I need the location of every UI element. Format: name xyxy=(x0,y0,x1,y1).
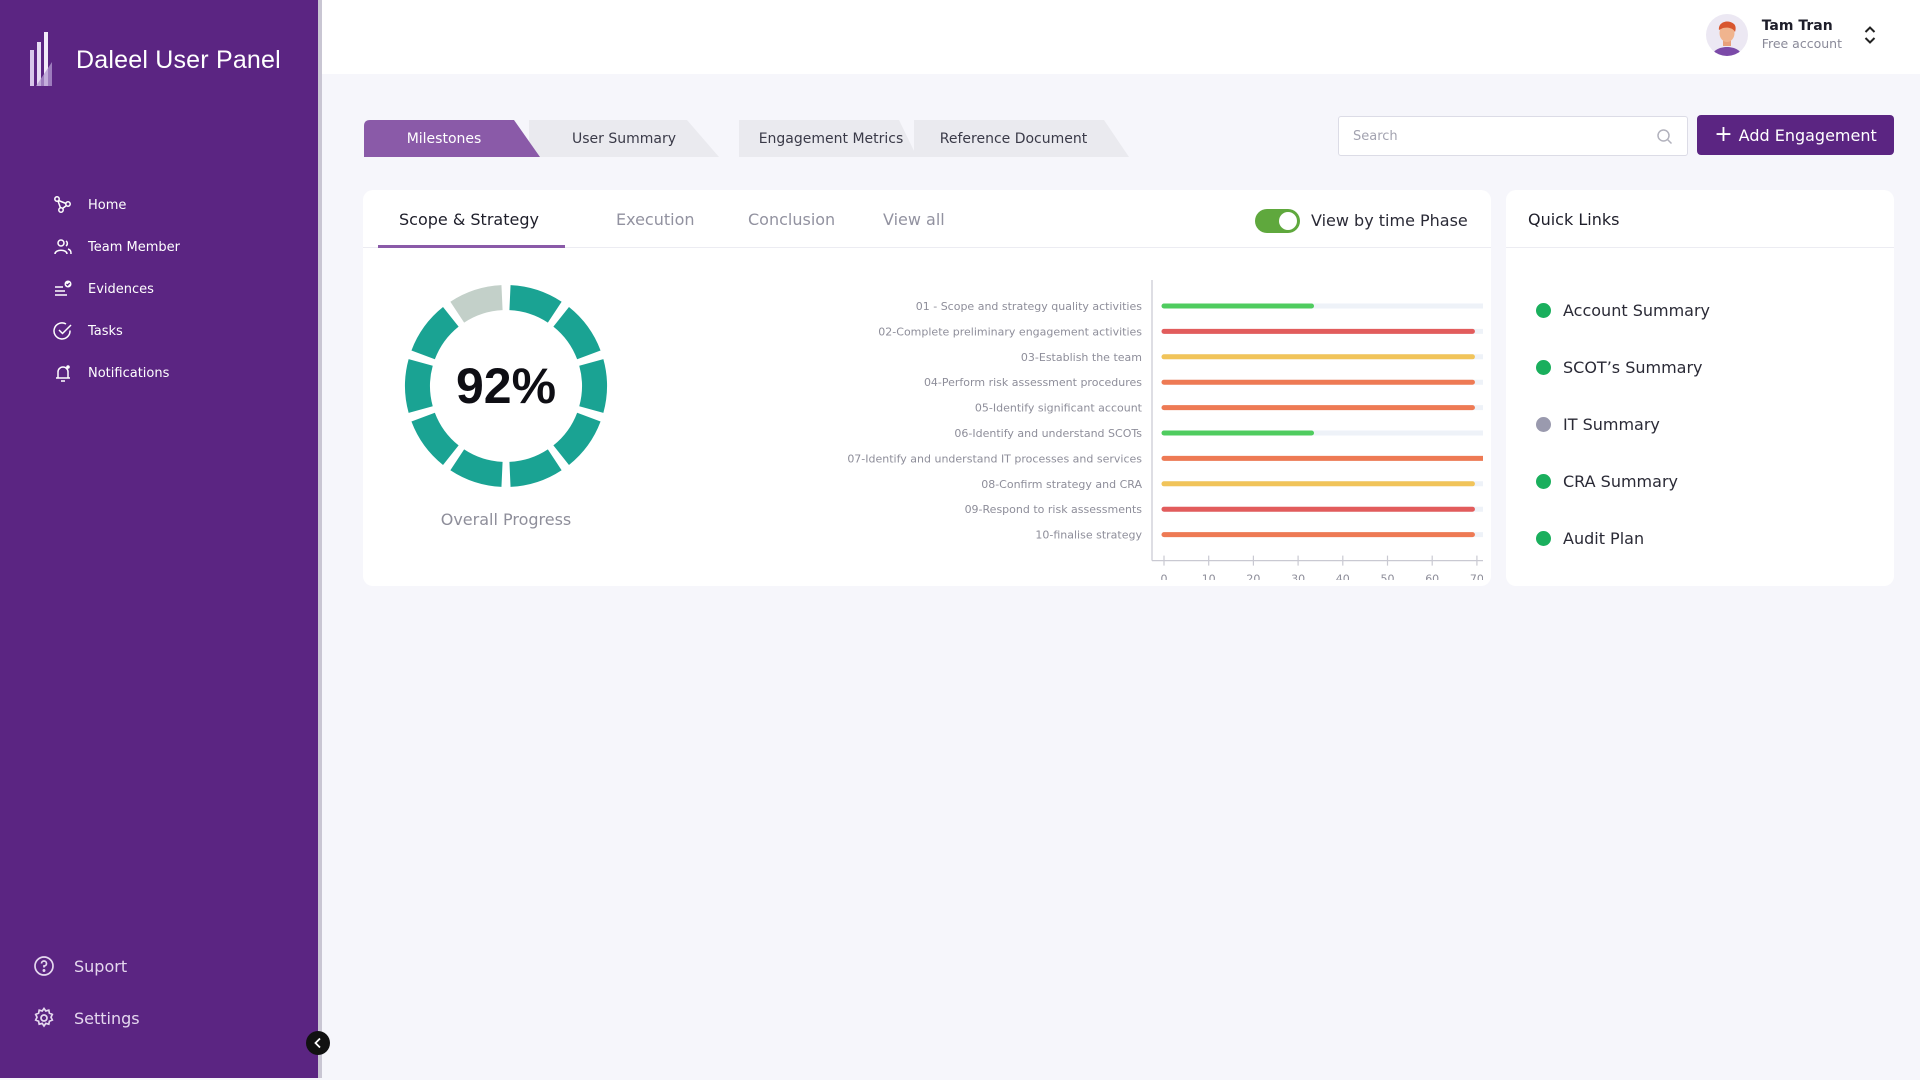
brand[interactable]: Daleel User Panel xyxy=(28,32,281,88)
search-box xyxy=(1338,116,1688,156)
app-title: Daleel User Panel xyxy=(76,45,281,74)
tasks-check-icon xyxy=(52,320,74,342)
x-tick-label: 10 xyxy=(1202,573,1216,580)
milestone-bar-chart: 01 - Scope and strategy quality activiti… xyxy=(847,280,1483,580)
sidebar: Daleel User Panel Home Team Member Evide… xyxy=(0,0,318,1078)
quick-links-card: Quick Links Account Summary SCOT’s Summa… xyxy=(1506,190,1894,586)
top-bar: Tam Tran Free account xyxy=(322,0,1920,74)
sidebar-item-settings[interactable]: Settings xyxy=(32,992,140,1044)
sidebar-nav: Home Team Member Evidences Tasks Notific… xyxy=(52,184,180,394)
x-tick-label: 20 xyxy=(1246,573,1260,580)
divider xyxy=(1506,247,1894,248)
x-tick-label: 50 xyxy=(1381,573,1395,580)
avatar xyxy=(1705,14,1748,56)
y-tick-label: 07-Identify and understand IT processes … xyxy=(847,452,1142,465)
quick-link-scots-summary[interactable]: SCOT’s Summary xyxy=(1536,339,1710,396)
sidebar-item-evidences[interactable]: Evidences xyxy=(52,268,180,310)
home-nodes-icon xyxy=(52,194,74,216)
user-info: Tam Tran Free account xyxy=(1762,17,1842,53)
collapse-sidebar-button[interactable] xyxy=(306,1031,330,1055)
sidebar-item-label: Team Member xyxy=(88,239,180,255)
sidebar-item-label: Tasks xyxy=(88,323,123,339)
toggle-knob xyxy=(1279,212,1297,230)
sidebar-divider xyxy=(318,0,322,1078)
sidebar-item-tasks[interactable]: Tasks xyxy=(52,310,180,352)
y-tick-label: 06-Identify and understand SCOTs xyxy=(954,427,1142,440)
x-tick-label: 60 xyxy=(1425,573,1439,580)
x-tick-label: 0 xyxy=(1161,573,1168,580)
tab-view-all[interactable]: View all xyxy=(883,210,945,229)
evidence-list-icon xyxy=(52,278,74,300)
tab-reference-document[interactable]: Reference Document xyxy=(914,120,1129,157)
status-dot xyxy=(1536,360,1551,375)
team-icon xyxy=(52,236,74,258)
sidebar-item-label: Notifications xyxy=(88,365,170,381)
tab-milestones[interactable]: Milestones xyxy=(364,120,540,157)
quick-link-audit-plan[interactable]: Audit Plan xyxy=(1536,510,1710,567)
y-tick-label: 08-Confirm strategy and CRA xyxy=(981,478,1142,491)
help-icon xyxy=(34,956,54,976)
toggle-label: View by time Phase xyxy=(1311,211,1468,230)
x-tick-label: 70 xyxy=(1470,573,1483,580)
user-plan: Free account xyxy=(1761,36,1842,51)
status-dot xyxy=(1536,474,1551,489)
tab-user-summary[interactable]: User Summary xyxy=(529,120,719,157)
phase-tabs: Scope & Strategy Execution Conclusion Vi… xyxy=(363,190,1491,248)
quick-links-list: Account Summary SCOT’s Summary IT Summar… xyxy=(1536,282,1710,567)
y-tick-label: 04-Perform risk assessment procedures xyxy=(924,376,1142,389)
quick-link-account-summary[interactable]: Account Summary xyxy=(1536,282,1710,339)
tab-engagement-metrics[interactable]: Engagement Metrics xyxy=(739,120,917,157)
sidebar-item-team-member[interactable]: Team Member xyxy=(52,226,180,268)
add-engagement-label: Add Engagement xyxy=(1738,125,1877,145)
chevron-left-icon xyxy=(314,1037,321,1049)
x-tick-label: 30 xyxy=(1291,573,1305,580)
daleel-logo-icon xyxy=(30,32,52,86)
sidebar-item-label: Suport xyxy=(74,956,128,976)
search-icon[interactable] xyxy=(1656,128,1673,145)
sidebar-item-support[interactable]: Suport xyxy=(32,940,140,992)
quick-link-cra-summary[interactable]: CRA Summary xyxy=(1536,453,1710,510)
status-dot xyxy=(1536,417,1551,432)
tab-conclusion[interactable]: Conclusion xyxy=(748,210,835,229)
y-tick-label: 10-finalise strategy xyxy=(1035,529,1142,542)
status-dot xyxy=(1536,303,1551,318)
sidebar-bottom-nav: Suport Settings xyxy=(32,940,140,1044)
y-tick-label: 03-Establish the team xyxy=(1021,351,1142,364)
quick-links-title: Quick Links xyxy=(1528,210,1620,229)
chevron-up-down-icon[interactable] xyxy=(1862,24,1878,46)
y-tick-label: 05-Identify significant account xyxy=(975,402,1143,415)
tab-execution[interactable]: Execution xyxy=(616,210,695,229)
y-tick-label: 09-Respond to risk assessments xyxy=(965,503,1143,516)
milestones-card: Scope & Strategy Execution Conclusion Vi… xyxy=(363,190,1491,586)
plus-icon: + xyxy=(1714,122,1733,147)
gear-icon xyxy=(34,1007,54,1028)
bell-icon xyxy=(52,362,74,384)
sidebar-item-label: Evidences xyxy=(88,281,154,297)
user-name: Tam Tran xyxy=(1761,18,1833,35)
y-tick-label: 02-Complete preliminary engagement activ… xyxy=(878,325,1142,338)
quick-link-it-summary[interactable]: IT Summary xyxy=(1536,396,1710,453)
active-tab-indicator xyxy=(378,245,565,248)
search-input[interactable] xyxy=(1339,117,1639,155)
time-phase-toggle[interactable] xyxy=(1255,209,1300,233)
sidebar-item-notifications[interactable]: Notifications xyxy=(52,352,180,394)
tab-scope-strategy[interactable]: Scope & Strategy xyxy=(399,210,539,229)
x-tick-label: 40 xyxy=(1336,573,1350,580)
status-dot xyxy=(1536,531,1551,546)
sidebar-item-label: Settings xyxy=(74,1008,140,1028)
y-tick-label: 01 - Scope and strategy quality activiti… xyxy=(916,300,1143,313)
sidebar-item-label: Home xyxy=(88,197,127,213)
add-engagement-button[interactable]: + Add Engagement xyxy=(1697,115,1894,155)
sidebar-item-home[interactable]: Home xyxy=(52,184,180,226)
user-menu[interactable]: Tam Tran Free account xyxy=(1705,14,1878,56)
